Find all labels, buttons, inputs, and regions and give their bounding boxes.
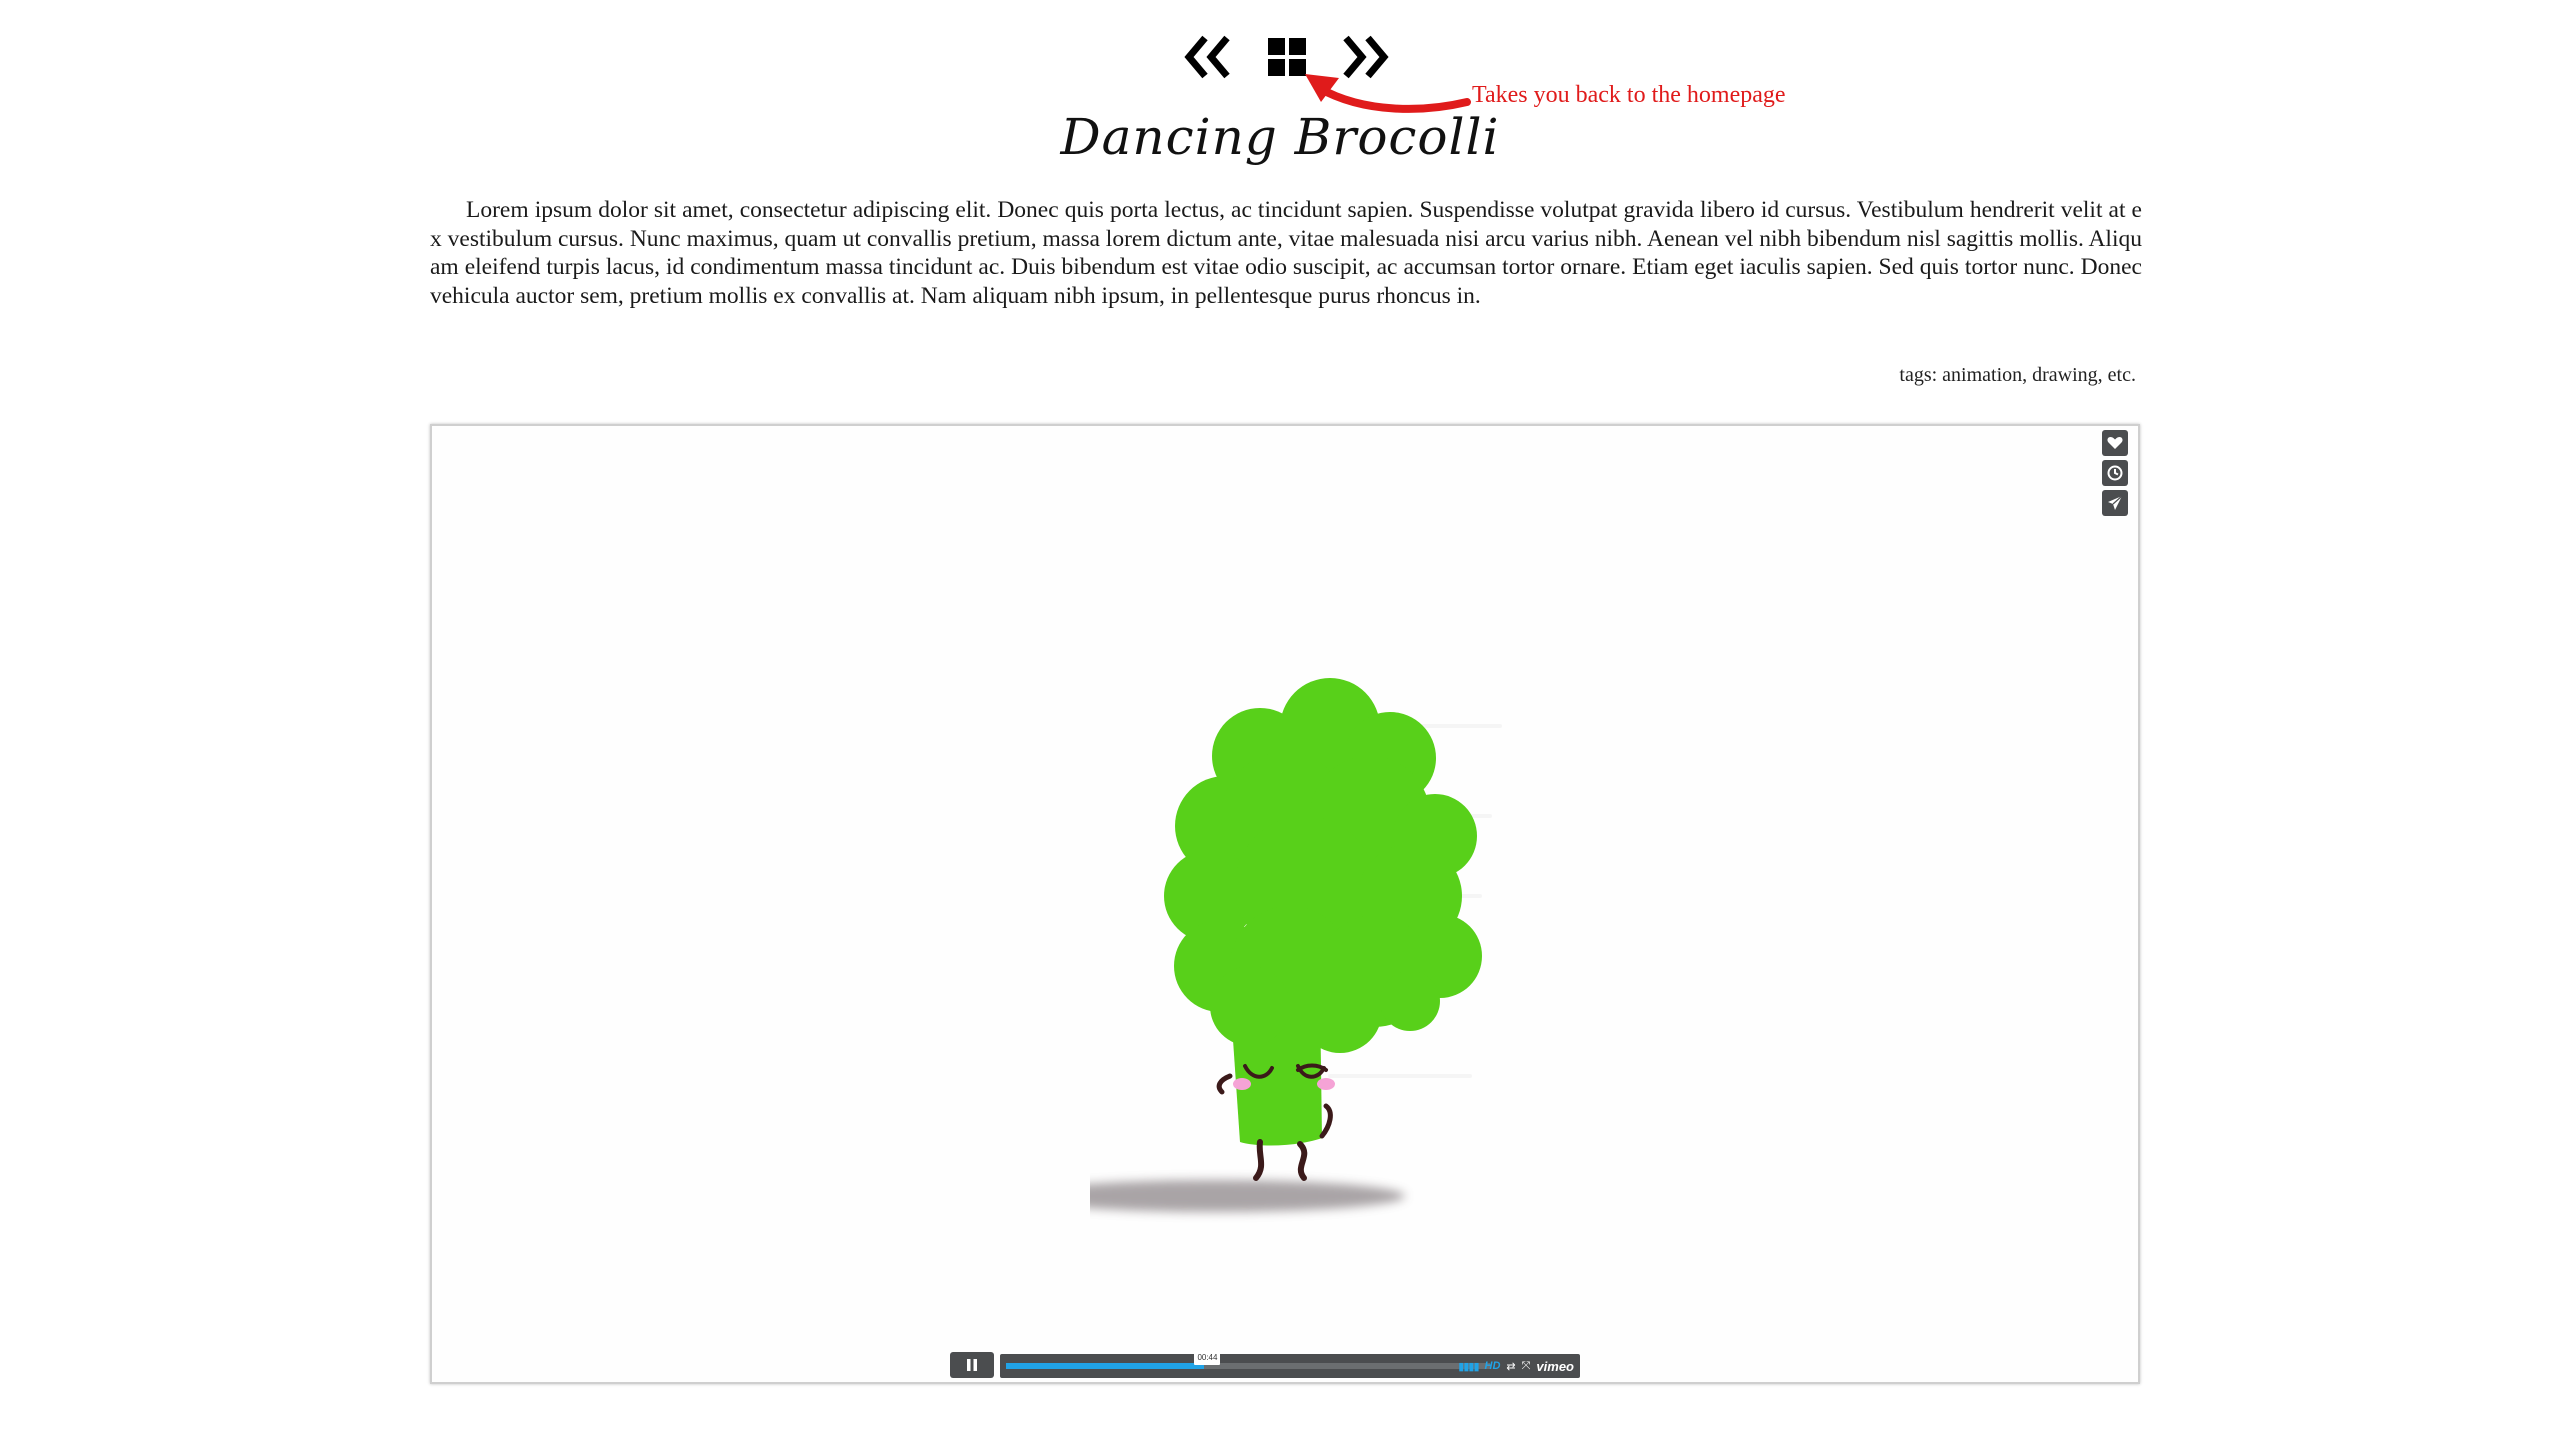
grid-icon (1268, 38, 1306, 76)
top-nav (0, 30, 2560, 86)
pause-button[interactable] (950, 1352, 994, 1378)
volume-icon[interactable]: ▮▮▮▮ (1458, 1360, 1479, 1373)
video-player[interactable]: 00:44 ▮▮▮▮ HD ⇄ ⤧ vimeo (430, 424, 2140, 1384)
previous-button[interactable] (1183, 34, 1233, 85)
vimeo-logo[interactable]: vimeo (1536, 1359, 1574, 1374)
share-button[interactable] (2102, 490, 2128, 516)
annotation-text: Takes you back to the homepage (1472, 82, 1786, 108)
heart-icon (2107, 437, 2123, 449)
fullscreen-icon[interactable]: ⤧ (1522, 1360, 1531, 1373)
progress-fill (1006, 1363, 1205, 1369)
like-button[interactable] (2102, 430, 2128, 456)
double-chevron-left-icon (1184, 35, 1230, 79)
time-label: 00:44 (1194, 1351, 1221, 1365)
page-title: Dancing Brocolli (1060, 108, 1500, 166)
broccoli-character-image (1090, 678, 1502, 1212)
send-icon (2108, 495, 2123, 510)
home-grid-button[interactable] (1268, 38, 1306, 81)
watch-later-button[interactable] (2102, 460, 2128, 486)
tags-line: tags: animation, drawing, etc. (1899, 364, 2136, 386)
control-icons: ▮▮▮▮ HD ⇄ ⤧ vimeo (1458, 1354, 1574, 1378)
control-bar: 00:44 ▮▮▮▮ HD ⇄ ⤧ vimeo (1000, 1351, 1580, 1378)
hd-toggle[interactable]: HD (1485, 1360, 1501, 1372)
video-side-tools (2102, 430, 2132, 520)
description-text: Lorem ipsum dolor sit amet, consectetur … (430, 197, 2142, 309)
progress-track[interactable]: 00:44 (1006, 1351, 1490, 1369)
pause-icon (967, 1359, 977, 1371)
clock-icon (2107, 465, 2123, 481)
loop-icon[interactable]: ⇄ (1506, 1360, 1515, 1373)
